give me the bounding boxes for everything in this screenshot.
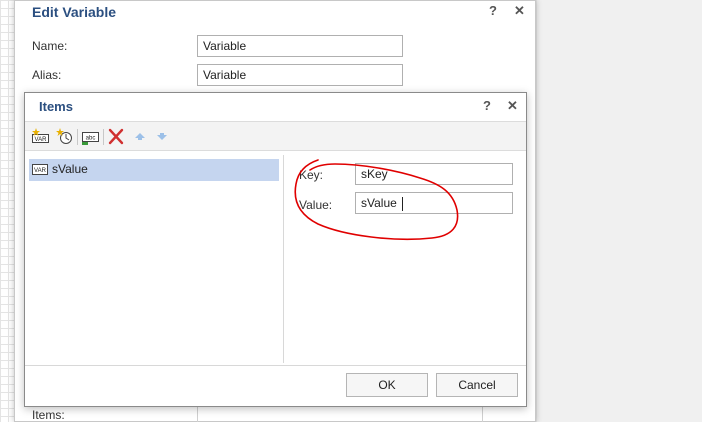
name-label: Name:: [32, 39, 68, 53]
items-field-left-edge: [197, 406, 198, 422]
items-label: Items:: [32, 408, 65, 422]
variable-icon: VAR: [32, 164, 48, 178]
value-label: Value:: [299, 198, 333, 212]
items-dialog-header: Items ? ✕: [25, 93, 526, 121]
key-label: Key:: [299, 168, 324, 182]
items-help-button[interactable]: ?: [483, 98, 491, 113]
close-button[interactable]: ✕: [514, 3, 525, 19]
toolbar-separator: [77, 129, 78, 145]
help-button[interactable]: ?: [489, 3, 497, 18]
edit-variable-header: Edit Variable ? ✕: [15, 1, 535, 23]
svg-text:VAR: VAR: [35, 137, 48, 143]
toolbar-separator: [103, 129, 104, 145]
items-field-right-edge: [482, 406, 483, 422]
list-item[interactable]: VAR sValue: [29, 159, 279, 181]
svg-text:abc: abc: [86, 136, 96, 142]
background-area: [537, 0, 702, 422]
move-down-icon[interactable]: [153, 128, 171, 145]
panel-divider[interactable]: [283, 155, 284, 363]
cancel-button[interactable]: Cancel: [436, 373, 518, 397]
items-toolbar: VAR abc: [25, 121, 526, 151]
alias-input[interactable]: [197, 64, 403, 86]
alias-label: Alias:: [32, 68, 62, 82]
edit-variable-title: Edit Variable: [32, 4, 117, 20]
items-close-button[interactable]: ✕: [507, 98, 518, 114]
name-input[interactable]: [197, 35, 403, 57]
key-input[interactable]: [355, 163, 513, 185]
text-cursor: [402, 197, 403, 211]
items-dialog: Items ? ✕ VAR abc VAR sValue Key: sKey V…: [24, 92, 527, 407]
move-up-icon[interactable]: [131, 128, 149, 145]
items-dialog-title: Items: [39, 99, 73, 114]
items-dialog-footer: OK Cancel: [25, 366, 526, 406]
add-variable-icon[interactable]: VAR: [32, 128, 50, 145]
delete-icon[interactable]: [107, 128, 125, 145]
ok-button[interactable]: OK: [346, 373, 428, 397]
add-value-icon[interactable]: abc: [82, 128, 100, 145]
add-expression-icon[interactable]: [56, 128, 74, 145]
list-item-label: sValue: [52, 162, 88, 176]
items-list: VAR sValue: [27, 155, 283, 363]
svg-text:VAR: VAR: [34, 168, 47, 174]
value-input[interactable]: [355, 192, 513, 214]
